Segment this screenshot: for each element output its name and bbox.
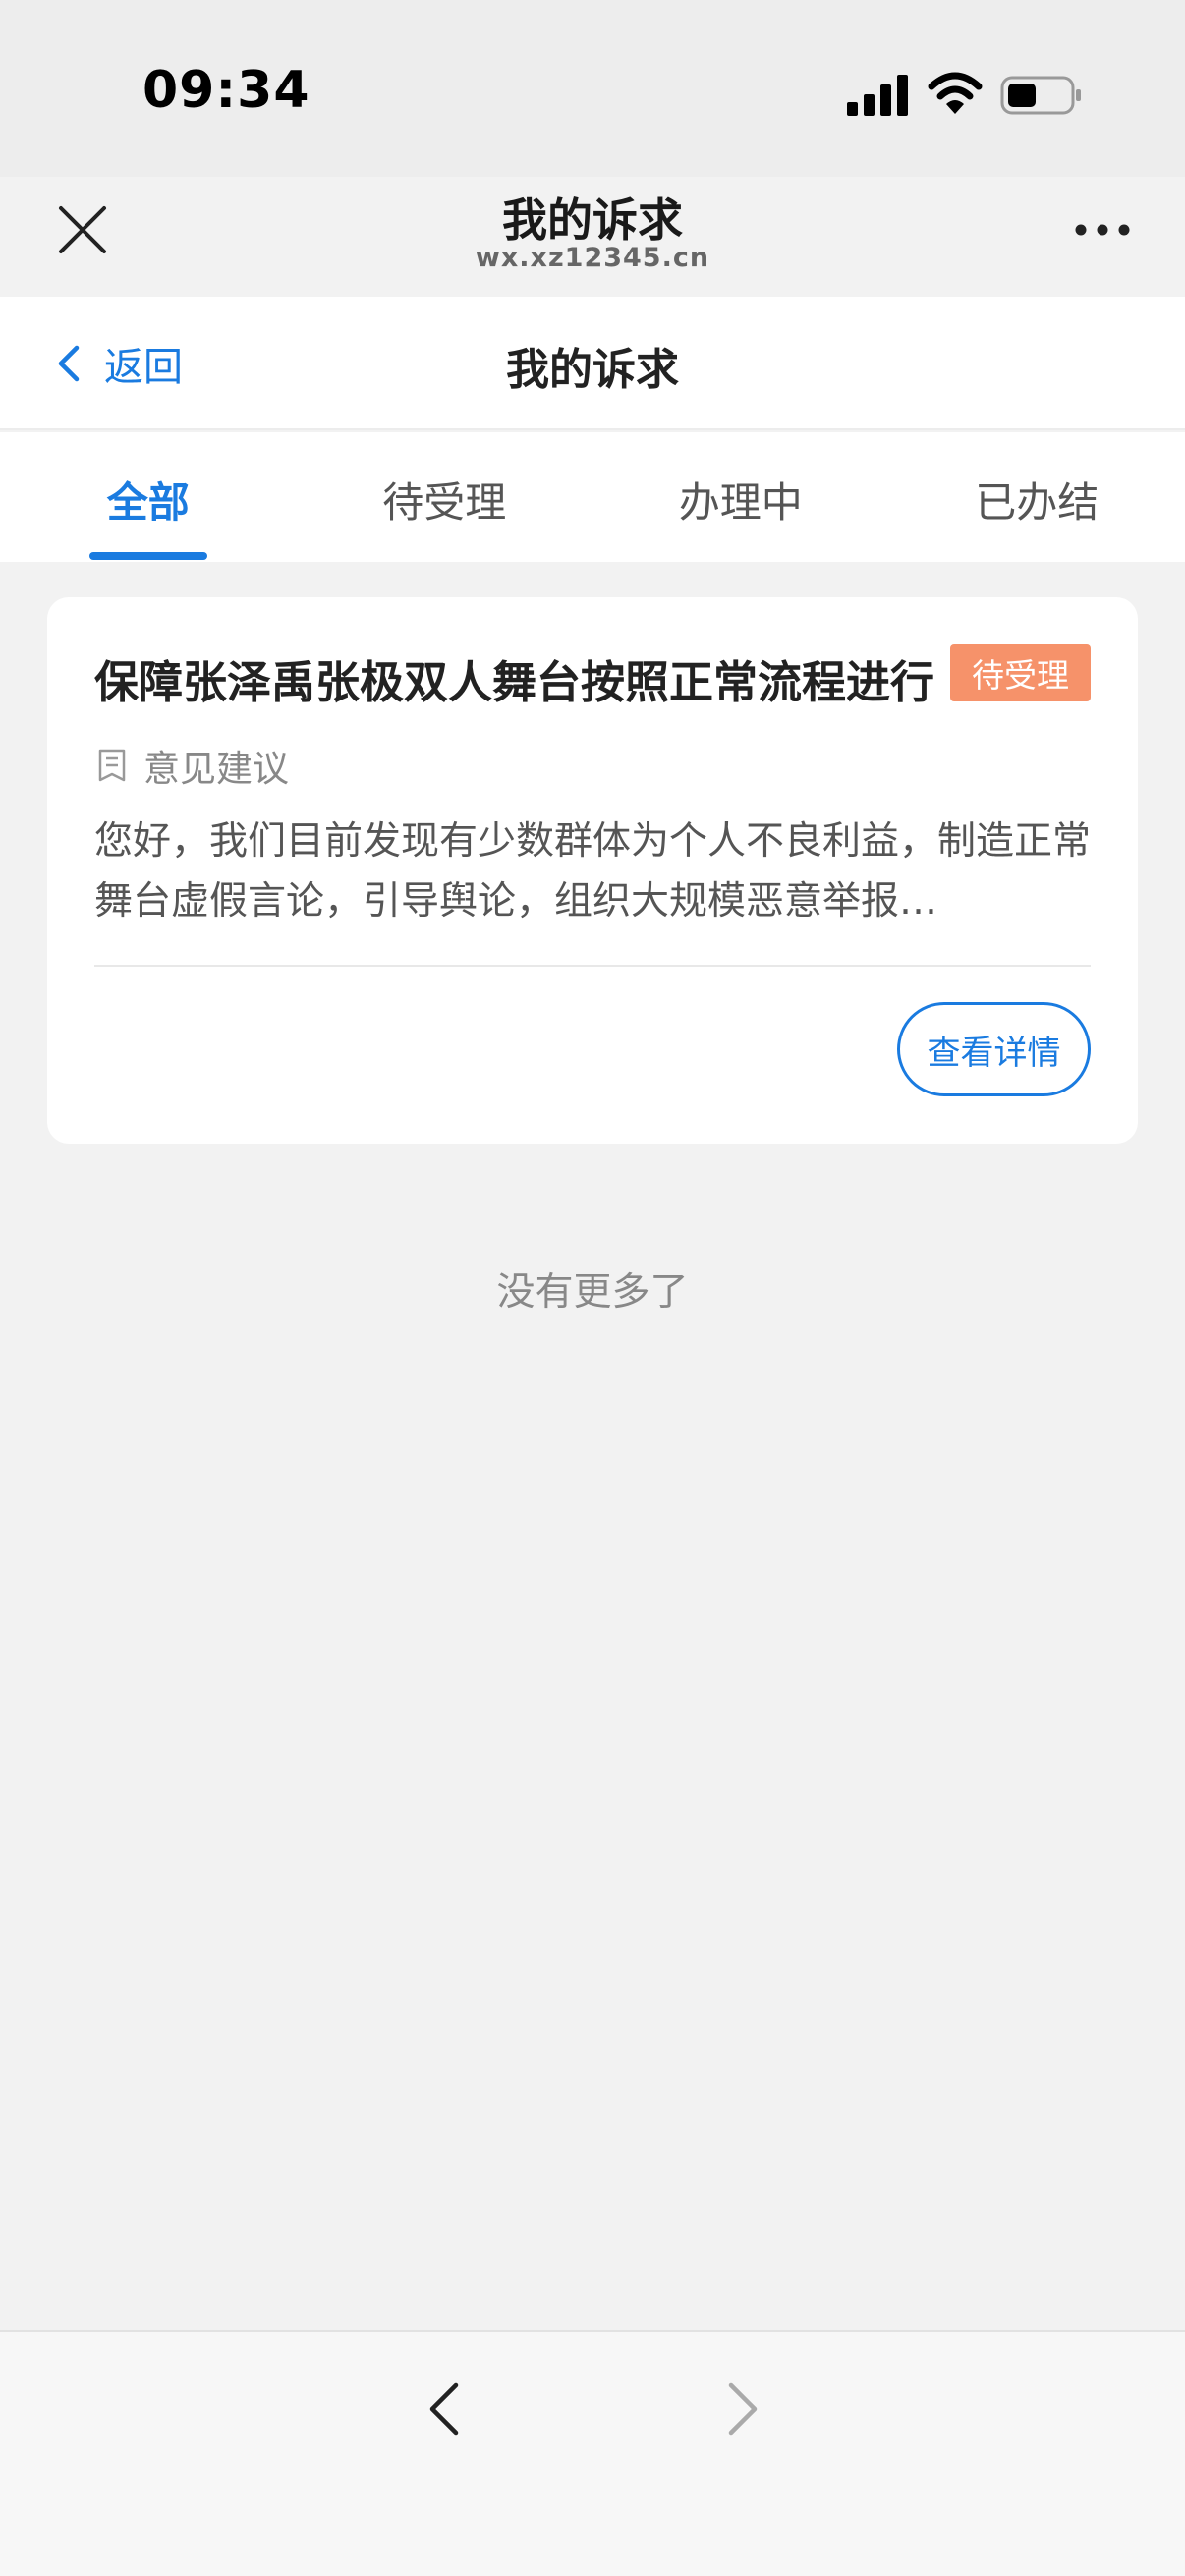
bottom-toolbar bbox=[0, 2330, 1185, 2576]
active-tab-indicator bbox=[88, 552, 207, 560]
cellular-signal-icon bbox=[847, 75, 908, 116]
page-header: 返回 我的诉求 bbox=[0, 297, 1185, 430]
category-row: 意见建议 bbox=[98, 739, 289, 792]
appeal-description: 您好，我们目前发现有少数群体为个人不良利益，制造正常舞台虚假言论，引导舆论，组织… bbox=[94, 819, 1092, 924]
more-options-icon[interactable] bbox=[1073, 218, 1132, 242]
tab-label: 办理中 bbox=[678, 478, 803, 527]
page-title: 我的诉求 bbox=[506, 345, 679, 395]
view-details-button[interactable]: 查看详情 bbox=[897, 1002, 1091, 1096]
browser-url: wx.xz12345.cn bbox=[475, 243, 710, 273]
chevron-right-icon[interactable] bbox=[723, 2380, 762, 2438]
tab-label: 全部 bbox=[106, 478, 190, 527]
document-icon bbox=[98, 749, 126, 782]
tab-label: 已办结 bbox=[975, 478, 1100, 527]
tab-label: 待受理 bbox=[382, 478, 507, 527]
tab-bar: 全部 待受理 办理中 已办结 bbox=[0, 432, 1185, 562]
appeal-card[interactable]: 保障张泽禹张极双人舞台按照正常流程进行 待受理 意见建议 您好，我们目前发现有少… bbox=[47, 597, 1138, 1144]
tab-in-progress[interactable]: 办理中 bbox=[592, 432, 889, 562]
status-time: 09:34 bbox=[142, 61, 310, 120]
wifi-icon bbox=[928, 72, 983, 114]
no-more-text: 没有更多了 bbox=[496, 1270, 689, 1315]
tab-all[interactable]: 全部 bbox=[0, 432, 297, 562]
category-label: 意见建议 bbox=[143, 748, 289, 790]
appeal-title: 保障张泽禹张极双人舞台按照正常流程进行 bbox=[94, 656, 935, 708]
status-badge: 待受理 bbox=[950, 644, 1091, 701]
chevron-left-icon[interactable] bbox=[424, 2380, 464, 2438]
battery-icon bbox=[1000, 76, 1081, 115]
status-bar: 09:34 bbox=[0, 0, 1185, 177]
divider bbox=[94, 965, 1091, 967]
tab-pending[interactable]: 待受理 bbox=[297, 432, 593, 562]
tab-completed[interactable]: 已办结 bbox=[889, 432, 1185, 562]
browser-title: 我的诉求 bbox=[502, 194, 683, 247]
